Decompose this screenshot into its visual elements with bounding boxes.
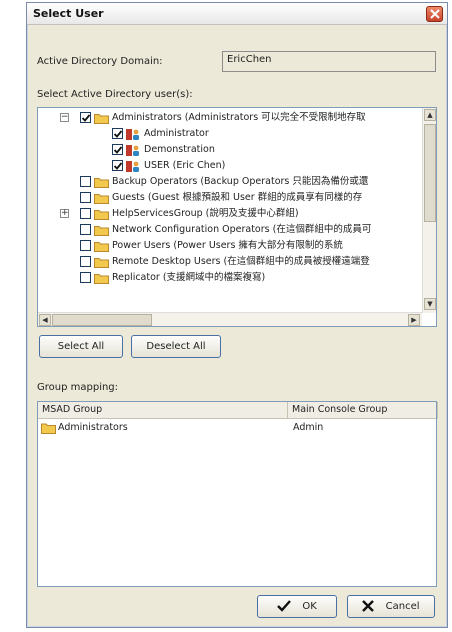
cancel-label: Cancel — [385, 601, 420, 612]
tree-checkbox[interactable] — [80, 224, 91, 235]
tree-item-label: Remote Desktop Users (在這個群組中的成員被授權遠端登 — [112, 256, 370, 267]
user-icon — [126, 145, 139, 156]
tree-checkbox[interactable] — [80, 256, 91, 267]
folder-icon — [94, 114, 109, 124]
column-header-msad[interactable]: MSAD Group — [38, 402, 288, 419]
folder-icon — [94, 178, 109, 188]
select-user-dialog: Select User Active Directory Domain: Eri… — [26, 2, 448, 628]
close-icon — [430, 9, 440, 19]
tree-checkbox[interactable] — [112, 128, 123, 139]
folder-icon — [41, 423, 56, 434]
tree-checkbox[interactable] — [80, 240, 91, 251]
tree-item-label: Power Users (Power Users 擁有大部分有限制的系統 — [112, 240, 343, 251]
domain-field: EricChen — [222, 51, 436, 72]
tree-item[interactable]: Backup Operators (Backup Operators 只能因為備… — [38, 174, 424, 190]
tree-item[interactable]: + HelpServicesGroup (說明及支援中心群組) — [38, 206, 424, 222]
tree-item[interactable]: − Administrators (Administrators 可以完全不受限制… — [38, 110, 424, 126]
folder-icon — [94, 226, 109, 236]
msad-group-cell: Administrators — [58, 422, 128, 433]
collapse-toggle[interactable]: − — [60, 112, 69, 122]
horizontal-scrollbar[interactable]: ◀ ▶ — [38, 312, 422, 326]
scroll-thumb[interactable] — [424, 124, 436, 222]
tree-checkbox[interactable] — [80, 176, 91, 187]
select-users-label: Select Active Directory user(s): — [37, 89, 193, 100]
folder-icon — [94, 242, 109, 252]
select-all-button[interactable]: Select All — [39, 335, 123, 358]
scroll-down-button[interactable]: ▼ — [424, 298, 436, 310]
tree-checkbox[interactable] — [80, 208, 91, 219]
x-icon — [362, 600, 375, 612]
scroll-left-button[interactable]: ◀ — [39, 314, 51, 326]
checkmark-icon — [113, 130, 123, 138]
tree-checkbox[interactable] — [80, 272, 91, 283]
tree-item-label: HelpServicesGroup (說明及支援中心群組) — [112, 208, 299, 219]
tree-item[interactable]: Administrator — [38, 126, 424, 142]
folder-icon — [94, 274, 109, 284]
scroll-up-button[interactable]: ▲ — [424, 109, 436, 121]
tree-checkbox[interactable] — [112, 144, 123, 155]
tree-item-label: Backup Operators (Backup Operators 只能因為備… — [112, 176, 369, 187]
folder-icon — [94, 210, 109, 220]
table-row[interactable]: Administrators Admin — [38, 421, 436, 436]
expand-toggle[interactable]: + — [60, 208, 69, 218]
folder-icon — [94, 258, 109, 268]
title-bar: Select User — [27, 3, 447, 25]
ok-label: OK — [302, 601, 317, 612]
domain-label: Active Directory Domain: — [37, 56, 163, 67]
tree-item-label: Demonstration — [144, 144, 215, 155]
tree-item[interactable]: Network Configuration Operators (在這個群組中的… — [38, 222, 424, 238]
checkmark-icon — [113, 162, 123, 170]
tree-item[interactable]: USER (Eric Chen) — [38, 158, 424, 174]
ok-button[interactable]: OK — [257, 595, 337, 618]
console-group-cell: Admin — [293, 422, 324, 433]
cancel-button[interactable]: Cancel — [347, 595, 435, 618]
tree-checkbox[interactable] — [80, 112, 91, 123]
tree-item-label: Network Configuration Operators (在這個群組中的… — [112, 224, 372, 235]
user-tree[interactable]: − Administrators (Administrators 可以完全不受限制… — [37, 107, 437, 327]
checkmark-icon — [81, 114, 91, 122]
tree-item-label: Administrators (Administrators 可以完全不受限制地… — [112, 112, 366, 123]
tree-item[interactable]: Guests (Guest 根據預設和 User 群組的成員享有同樣的存 — [38, 190, 424, 206]
tree-item[interactable]: Demonstration — [38, 142, 424, 158]
tree-item-label: Replicator (支援網域中的檔案複寫) — [112, 272, 266, 283]
tree-item-label: USER (Eric Chen) — [144, 160, 226, 171]
vertical-scrollbar[interactable]: ▲ ▼ — [422, 108, 436, 313]
deselect-all-button[interactable]: Deselect All — [131, 335, 221, 358]
tree-item-label: Administrator — [144, 128, 209, 139]
tree-item[interactable]: Power Users (Power Users 擁有大部分有限制的系統 — [38, 238, 424, 254]
tree-item[interactable]: Remote Desktop Users (在這個群組中的成員被授權遠端登 — [38, 254, 424, 270]
folder-icon — [94, 194, 109, 204]
checkmark-icon — [113, 146, 123, 154]
table-header: MSAD Group Main Console Group — [38, 402, 438, 419]
user-icon — [126, 129, 139, 140]
tree-checkbox[interactable] — [80, 192, 91, 203]
hscroll-thumb[interactable] — [52, 314, 152, 326]
window-title: Select User — [33, 7, 104, 20]
scroll-right-button[interactable]: ▶ — [408, 314, 420, 326]
tree-item[interactable]: Replicator (支援網域中的檔案複寫) — [38, 270, 424, 286]
group-mapping-label: Group mapping: — [37, 382, 119, 393]
tree-checkbox[interactable] — [112, 160, 123, 171]
group-mapping-table[interactable]: MSAD Group Main Console Group Administra… — [37, 401, 438, 587]
column-header-console[interactable]: Main Console Group — [288, 402, 438, 419]
close-button[interactable] — [426, 6, 443, 22]
tree-item-label: Guests (Guest 根據預設和 User 群組的成員享有同樣的存 — [112, 192, 363, 203]
checkmark-icon — [277, 600, 292, 612]
user-icon — [126, 161, 139, 172]
